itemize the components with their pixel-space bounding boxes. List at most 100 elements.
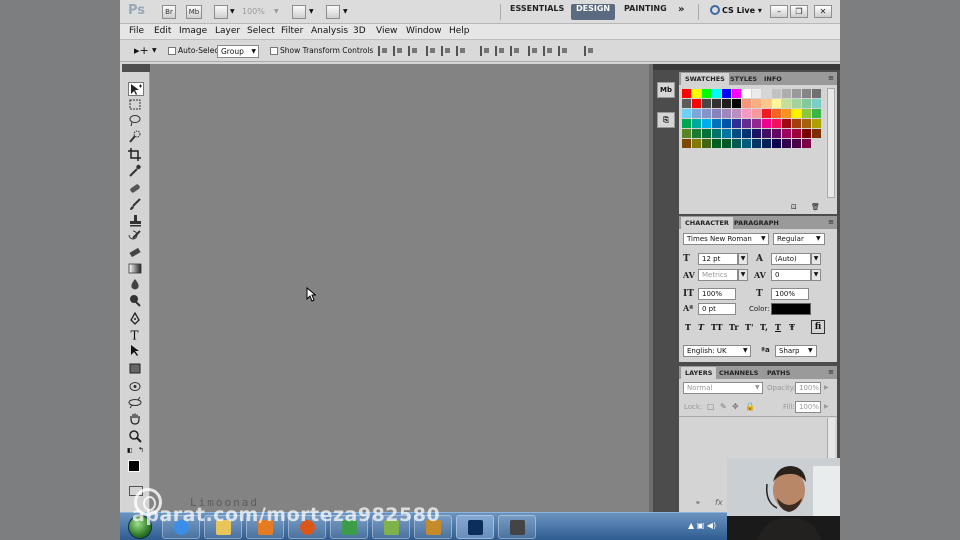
tab-styles[interactable]: STYLES xyxy=(726,73,761,85)
align-hcenter-icon[interactable] xyxy=(441,46,451,56)
menu-edit[interactable]: Edit xyxy=(154,26,171,36)
swatch[interactable] xyxy=(762,129,771,138)
tab-paragraph[interactable]: PARAGRAPH xyxy=(730,217,783,229)
all-caps-button[interactable]: TT xyxy=(711,322,723,332)
font-style-arrow-icon[interactable]: ▼ xyxy=(816,235,821,242)
swatch[interactable] xyxy=(742,129,751,138)
distribute-hcenter-icon[interactable] xyxy=(543,46,553,56)
swatch[interactable] xyxy=(782,119,791,128)
eraser-tool-icon[interactable] xyxy=(128,246,144,260)
swatch[interactable] xyxy=(812,129,821,138)
swatch[interactable] xyxy=(712,89,721,98)
swatch[interactable] xyxy=(782,109,791,118)
auto-select-dropdown[interactable]: Group ▼ xyxy=(217,45,259,58)
crop-tool-icon[interactable] xyxy=(128,148,144,162)
distribute-vcenter-icon[interactable] xyxy=(495,46,505,56)
swatch[interactable] xyxy=(772,119,781,128)
swatch[interactable] xyxy=(712,99,721,108)
arrange-documents-button[interactable] xyxy=(292,5,306,19)
pen-tool-icon[interactable] xyxy=(128,311,144,326)
menu-image[interactable]: Image xyxy=(179,26,207,36)
align-left-icon[interactable] xyxy=(426,46,436,56)
swatch[interactable] xyxy=(682,99,691,108)
menu-analysis[interactable]: Analysis xyxy=(311,26,348,36)
arrange-arrow-icon[interactable]: ▼ xyxy=(309,8,314,15)
swatch[interactable] xyxy=(752,109,761,118)
auto-select-checkbox[interactable] xyxy=(168,47,176,55)
panel-menu-icon[interactable]: ≡ xyxy=(828,218,834,226)
baseline-shift-field[interactable]: 0 pt xyxy=(698,303,736,315)
vertical-scale-field[interactable]: 100% xyxy=(698,288,736,300)
menu-filter[interactable]: Filter xyxy=(281,26,303,36)
superscript-button[interactable]: T' xyxy=(745,322,753,332)
subscript-button[interactable]: T, xyxy=(760,322,768,332)
workspace-essentials[interactable]: ESSENTIALS xyxy=(505,4,569,20)
lock-position-icon[interactable]: ✥ xyxy=(732,402,739,411)
taskbar-recorder[interactable] xyxy=(498,515,536,539)
tab-character[interactable]: CHARACTER xyxy=(681,217,733,229)
move-tool-preset-icon[interactable]: ▸+ xyxy=(134,44,149,57)
swatch[interactable] xyxy=(692,139,701,148)
tracking-arrow-icon[interactable]: ▼ xyxy=(811,269,821,281)
swatch[interactable] xyxy=(752,129,761,138)
system-tray[interactable]: ▲ ▣ ◀) xyxy=(688,521,716,530)
move-tool-icon[interactable] xyxy=(128,82,144,96)
align-top-icon[interactable] xyxy=(378,46,388,56)
hand-tool-icon[interactable] xyxy=(128,412,144,426)
zoom-arrow-icon[interactable]: ▼ xyxy=(274,8,279,15)
opacity-arrow-icon[interactable]: ▶ xyxy=(824,384,829,391)
swatch[interactable] xyxy=(762,109,771,118)
opentype-ligature-icon[interactable]: ﬁ xyxy=(811,320,825,334)
swatch[interactable] xyxy=(802,129,811,138)
show-transform-checkbox[interactable] xyxy=(270,47,278,55)
swatch[interactable] xyxy=(792,89,801,98)
mini-bridge-panel-button[interactable]: Mb xyxy=(657,82,675,98)
swatch[interactable] xyxy=(692,99,701,108)
tab-paths[interactable]: PATHS xyxy=(763,367,794,379)
zoom-tool-icon[interactable] xyxy=(128,430,144,444)
swatch[interactable] xyxy=(792,139,801,148)
healing-brush-tool-icon[interactable] xyxy=(128,182,144,196)
fill-arrow-icon[interactable]: ▶ xyxy=(824,403,829,410)
language-dropdown[interactable]: English: UK xyxy=(683,345,751,357)
swatch[interactable] xyxy=(732,139,741,148)
dodge-tool-icon[interactable] xyxy=(128,294,144,308)
eyedropper-tool-icon[interactable] xyxy=(128,164,144,178)
panel-menu-icon[interactable]: ≡ xyxy=(828,74,834,82)
view-extras-button[interactable] xyxy=(214,5,228,19)
swatch[interactable] xyxy=(772,109,781,118)
swatch[interactable] xyxy=(712,109,721,118)
swatch[interactable] xyxy=(692,119,701,128)
menu-layer[interactable]: Layer xyxy=(215,26,240,36)
tool-preset-arrow-icon[interactable]: ▼ xyxy=(152,47,157,54)
align-vcenter-icon[interactable] xyxy=(393,46,403,56)
swatch[interactable] xyxy=(732,99,741,108)
swatch[interactable] xyxy=(772,89,781,98)
swatch[interactable] xyxy=(772,99,781,108)
swatch[interactable] xyxy=(762,99,771,108)
horizontal-scale-field[interactable]: 100% xyxy=(771,288,809,300)
swatch[interactable] xyxy=(722,129,731,138)
panel-dock-collapse-bar[interactable] xyxy=(679,64,840,70)
swatch[interactable] xyxy=(742,109,751,118)
3d-orbit-tool-icon[interactable] xyxy=(128,396,144,410)
swatch[interactable] xyxy=(782,89,791,98)
dock-collapse-bar[interactable] xyxy=(653,64,679,70)
new-swatch-icon[interactable]: ⊡ xyxy=(791,203,797,211)
swatch[interactable] xyxy=(732,109,741,118)
path-selection-tool-icon[interactable] xyxy=(128,344,144,358)
swatch[interactable] xyxy=(802,119,811,128)
distribute-right-icon[interactable] xyxy=(558,46,568,56)
swatch[interactable] xyxy=(752,89,761,98)
swatch[interactable] xyxy=(692,109,701,118)
swatch[interactable] xyxy=(772,139,781,148)
leading-arrow-icon[interactable]: ▼ xyxy=(811,253,821,265)
swatch[interactable] xyxy=(792,129,801,138)
swatch[interactable] xyxy=(702,129,711,138)
distribute-top-icon[interactable] xyxy=(480,46,490,56)
align-right-icon[interactable] xyxy=(456,46,466,56)
screen-mode-button[interactable] xyxy=(326,5,340,19)
swap-colors-icon[interactable]: ↰ xyxy=(138,446,144,454)
swatch[interactable] xyxy=(682,109,691,118)
swatch[interactable] xyxy=(692,89,701,98)
